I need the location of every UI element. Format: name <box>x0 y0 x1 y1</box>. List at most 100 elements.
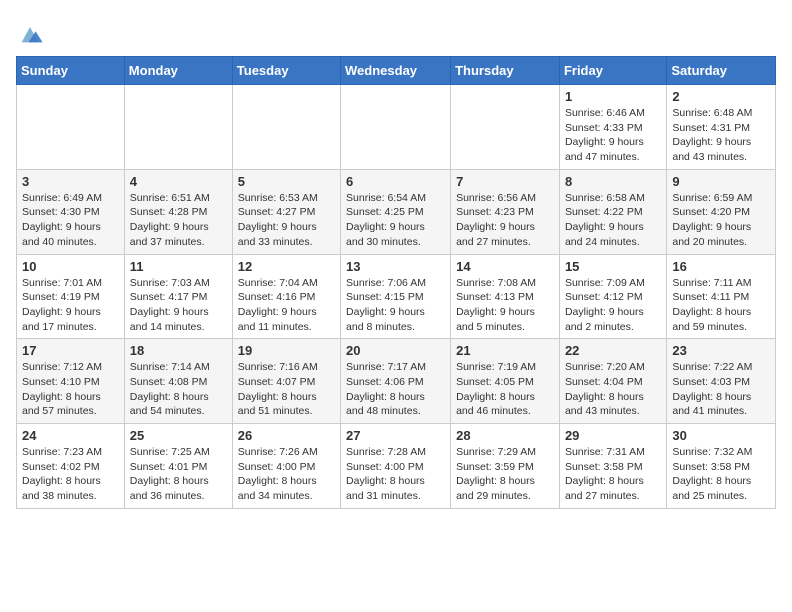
day-number: 12 <box>238 259 335 274</box>
day-number: 2 <box>672 89 770 104</box>
calendar-header-row: SundayMondayTuesdayWednesdayThursdayFrid… <box>17 57 776 85</box>
calendar-cell: 24 Sunrise: 7:23 AM Sunset: 4:02 PM Dayli… <box>17 424 125 509</box>
day-number: 18 <box>130 343 227 358</box>
day-info: Sunrise: 7:29 AM Sunset: 3:59 PM Dayligh… <box>456 445 554 504</box>
calendar-cell: 30 Sunrise: 7:32 AM Sunset: 3:58 PM Dayli… <box>667 424 776 509</box>
calendar-cell: 28 Sunrise: 7:29 AM Sunset: 3:59 PM Dayli… <box>451 424 560 509</box>
day-info: Sunrise: 7:19 AM Sunset: 4:05 PM Dayligh… <box>456 360 554 419</box>
calendar-cell: 29 Sunrise: 7:31 AM Sunset: 3:58 PM Dayli… <box>559 424 666 509</box>
header-tuesday: Tuesday <box>232 57 340 85</box>
calendar-week-5: 24 Sunrise: 7:23 AM Sunset: 4:02 PM Dayli… <box>17 424 776 509</box>
calendar-cell: 11 Sunrise: 7:03 AM Sunset: 4:17 PM Dayli… <box>124 254 232 339</box>
day-info: Sunrise: 7:01 AM Sunset: 4:19 PM Dayligh… <box>22 276 119 335</box>
calendar-cell <box>451 85 560 170</box>
calendar-cell: 15 Sunrise: 7:09 AM Sunset: 4:12 PM Dayli… <box>559 254 666 339</box>
day-number: 14 <box>456 259 554 274</box>
day-number: 30 <box>672 428 770 443</box>
calendar-cell: 26 Sunrise: 7:26 AM Sunset: 4:00 PM Dayli… <box>232 424 340 509</box>
day-number: 21 <box>456 343 554 358</box>
header <box>16 16 776 48</box>
header-sunday: Sunday <box>17 57 125 85</box>
calendar-cell: 18 Sunrise: 7:14 AM Sunset: 4:08 PM Dayli… <box>124 339 232 424</box>
calendar-cell: 14Sunrise: 7:08 AM Sunset: 4:13 PM Dayli… <box>451 254 560 339</box>
day-info: Sunrise: 6:56 AM Sunset: 4:23 PM Dayligh… <box>456 191 554 250</box>
day-number: 13 <box>346 259 445 274</box>
header-friday: Friday <box>559 57 666 85</box>
calendar-week-2: 3 Sunrise: 6:49 AM Sunset: 4:30 PM Daylig… <box>17 169 776 254</box>
day-info: Sunrise: 7:28 AM Sunset: 4:00 PM Dayligh… <box>346 445 445 504</box>
day-info: Sunrise: 7:11 AM Sunset: 4:11 PM Dayligh… <box>672 276 770 335</box>
header-saturday: Saturday <box>667 57 776 85</box>
day-info: Sunrise: 7:32 AM Sunset: 3:58 PM Dayligh… <box>672 445 770 504</box>
day-number: 27 <box>346 428 445 443</box>
day-number: 7 <box>456 174 554 189</box>
day-number: 28 <box>456 428 554 443</box>
day-info: Sunrise: 7:14 AM Sunset: 4:08 PM Dayligh… <box>130 360 227 419</box>
calendar-cell <box>341 85 451 170</box>
day-number: 5 <box>238 174 335 189</box>
logo-icon <box>16 20 44 48</box>
day-info: Sunrise: 6:48 AM Sunset: 4:31 PM Dayligh… <box>672 106 770 165</box>
day-info: Sunrise: 6:53 AM Sunset: 4:27 PM Dayligh… <box>238 191 335 250</box>
calendar-cell: 4 Sunrise: 6:51 AM Sunset: 4:28 PM Daylig… <box>124 169 232 254</box>
day-info: Sunrise: 7:06 AM Sunset: 4:15 PM Dayligh… <box>346 276 445 335</box>
header-thursday: Thursday <box>451 57 560 85</box>
day-number: 23 <box>672 343 770 358</box>
header-monday: Monday <box>124 57 232 85</box>
calendar-week-3: 10 Sunrise: 7:01 AM Sunset: 4:19 PM Dayli… <box>17 254 776 339</box>
calendar-cell: 10 Sunrise: 7:01 AM Sunset: 4:19 PM Dayli… <box>17 254 125 339</box>
calendar-cell: 22 Sunrise: 7:20 AM Sunset: 4:04 PM Dayli… <box>559 339 666 424</box>
day-number: 3 <box>22 174 119 189</box>
day-number: 26 <box>238 428 335 443</box>
calendar-cell: 17 Sunrise: 7:12 AM Sunset: 4:10 PM Dayli… <box>17 339 125 424</box>
day-info: Sunrise: 6:49 AM Sunset: 4:30 PM Dayligh… <box>22 191 119 250</box>
day-info: Sunrise: 7:31 AM Sunset: 3:58 PM Dayligh… <box>565 445 661 504</box>
day-info: Sunrise: 7:04 AM Sunset: 4:16 PM Dayligh… <box>238 276 335 335</box>
calendar-cell <box>17 85 125 170</box>
day-info: Sunrise: 6:51 AM Sunset: 4:28 PM Dayligh… <box>130 191 227 250</box>
day-info: Sunrise: 6:58 AM Sunset: 4:22 PM Dayligh… <box>565 191 661 250</box>
day-number: 10 <box>22 259 119 274</box>
day-number: 17 <box>22 343 119 358</box>
day-info: Sunrise: 7:16 AM Sunset: 4:07 PM Dayligh… <box>238 360 335 419</box>
calendar-cell: 19Sunrise: 7:16 AM Sunset: 4:07 PM Dayli… <box>232 339 340 424</box>
day-info: Sunrise: 6:46 AM Sunset: 4:33 PM Dayligh… <box>565 106 661 165</box>
calendar-cell: 23 Sunrise: 7:22 AM Sunset: 4:03 PM Dayli… <box>667 339 776 424</box>
day-number: 22 <box>565 343 661 358</box>
day-info: Sunrise: 7:22 AM Sunset: 4:03 PM Dayligh… <box>672 360 770 419</box>
calendar-cell <box>124 85 232 170</box>
calendar-table: SundayMondayTuesdayWednesdayThursdayFrid… <box>16 56 776 509</box>
calendar-cell: 9Sunrise: 6:59 AM Sunset: 4:20 PM Daylig… <box>667 169 776 254</box>
day-info: Sunrise: 7:03 AM Sunset: 4:17 PM Dayligh… <box>130 276 227 335</box>
day-info: Sunrise: 7:25 AM Sunset: 4:01 PM Dayligh… <box>130 445 227 504</box>
calendar-week-1: 1 Sunrise: 6:46 AM Sunset: 4:33 PM Daylig… <box>17 85 776 170</box>
calendar-cell: 8 Sunrise: 6:58 AM Sunset: 4:22 PM Daylig… <box>559 169 666 254</box>
calendar-cell: 5 Sunrise: 6:53 AM Sunset: 4:27 PM Daylig… <box>232 169 340 254</box>
day-number: 1 <box>565 89 661 104</box>
calendar-cell: 2 Sunrise: 6:48 AM Sunset: 4:31 PM Daylig… <box>667 85 776 170</box>
calendar-cell: 21 Sunrise: 7:19 AM Sunset: 4:05 PM Dayli… <box>451 339 560 424</box>
calendar-cell: 7 Sunrise: 6:56 AM Sunset: 4:23 PM Daylig… <box>451 169 560 254</box>
day-number: 29 <box>565 428 661 443</box>
day-number: 8 <box>565 174 661 189</box>
day-number: 11 <box>130 259 227 274</box>
day-number: 9 <box>672 174 770 189</box>
day-info: Sunrise: 7:20 AM Sunset: 4:04 PM Dayligh… <box>565 360 661 419</box>
day-number: 15 <box>565 259 661 274</box>
day-info: Sunrise: 7:26 AM Sunset: 4:00 PM Dayligh… <box>238 445 335 504</box>
calendar-cell: 12 Sunrise: 7:04 AM Sunset: 4:16 PM Dayli… <box>232 254 340 339</box>
calendar-cell: 1 Sunrise: 6:46 AM Sunset: 4:33 PM Daylig… <box>559 85 666 170</box>
day-info: Sunrise: 7:23 AM Sunset: 4:02 PM Dayligh… <box>22 445 119 504</box>
header-wednesday: Wednesday <box>341 57 451 85</box>
calendar-cell: 16Sunrise: 7:11 AM Sunset: 4:11 PM Dayli… <box>667 254 776 339</box>
day-number: 20 <box>346 343 445 358</box>
calendar-week-4: 17 Sunrise: 7:12 AM Sunset: 4:10 PM Dayli… <box>17 339 776 424</box>
calendar-cell: 3 Sunrise: 6:49 AM Sunset: 4:30 PM Daylig… <box>17 169 125 254</box>
calendar-cell <box>232 85 340 170</box>
day-number: 4 <box>130 174 227 189</box>
calendar-cell: 25Sunrise: 7:25 AM Sunset: 4:01 PM Dayli… <box>124 424 232 509</box>
day-number: 24 <box>22 428 119 443</box>
day-info: Sunrise: 7:09 AM Sunset: 4:12 PM Dayligh… <box>565 276 661 335</box>
day-info: Sunrise: 7:12 AM Sunset: 4:10 PM Dayligh… <box>22 360 119 419</box>
day-info: Sunrise: 7:17 AM Sunset: 4:06 PM Dayligh… <box>346 360 445 419</box>
